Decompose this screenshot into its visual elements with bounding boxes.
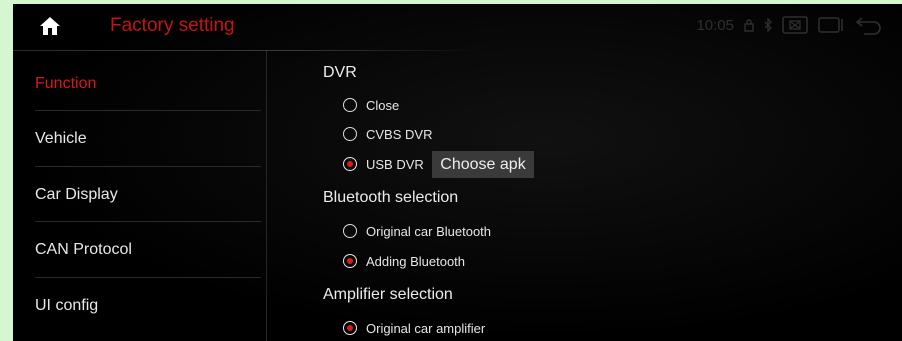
radio-original-car-amplifier[interactable]: Original car amplifier — [343, 318, 485, 338]
head-unit-screen: Factory setting 10:05 Function Vehicle C… — [13, 4, 902, 341]
page-title: Factory setting — [110, 15, 235, 36]
bluetooth-icon — [764, 18, 772, 32]
choose-apk-button[interactable]: Choose apk — [432, 151, 534, 178]
radio-dvr-close[interactable]: Close — [343, 95, 399, 115]
radio-label: USB DVR — [366, 156, 424, 172]
sidebar: Function Vehicle Car Display CAN Protoco… — [13, 51, 266, 341]
sidebar-item-label: Function — [35, 75, 97, 92]
section-title-dvr: DVR — [323, 64, 357, 81]
sidebar-item-label: CAN Protocol — [35, 241, 132, 258]
header-bar: Factory setting 10:05 — [13, 4, 902, 50]
section-title-amplifier: Amplifier selection — [323, 286, 453, 303]
sidebar-item-function[interactable]: Function — [13, 56, 266, 111]
home-icon[interactable] — [39, 16, 61, 36]
screen-mode-icon[interactable] — [782, 16, 808, 34]
status-bar: 10:05 — [696, 14, 882, 36]
radio-button[interactable] — [343, 224, 357, 238]
radio-label: Original car Bluetooth — [366, 223, 492, 239]
sidebar-item-can-protocol[interactable]: CAN Protocol — [13, 222, 266, 277]
lock-icon — [744, 18, 754, 32]
back-icon[interactable] — [854, 15, 882, 35]
sidebar-item-label: UI config — [35, 297, 99, 314]
radio-button[interactable] — [343, 321, 357, 335]
radio-button[interactable] — [343, 254, 357, 268]
radio-button[interactable] — [343, 157, 357, 171]
section-title-bluetooth: Bluetooth selection — [323, 189, 459, 206]
radio-label: Close — [366, 97, 400, 113]
radio-button[interactable] — [343, 98, 357, 112]
radio-label: Adding Bluetooth — [366, 253, 466, 269]
sidebar-item-label: Vehicle — [35, 130, 87, 147]
sidebar-item-car-display[interactable]: Car Display — [13, 167, 266, 222]
sidebar-item-vehicle[interactable]: Vehicle — [13, 111, 266, 166]
sidebar-item-ui-config[interactable]: UI config — [13, 278, 266, 333]
clock: 10:05 — [696, 16, 734, 34]
radio-dvr-cvbs[interactable]: CVBS DVR — [343, 124, 432, 144]
radio-original-car-bluetooth[interactable]: Original car Bluetooth — [343, 221, 491, 241]
radio-adding-bluetooth[interactable]: Adding Bluetooth — [343, 251, 465, 271]
window-icon[interactable] — [818, 16, 844, 34]
sidebar-separator — [266, 51, 267, 341]
radio-label: CVBS DVR — [366, 126, 433, 142]
radio-label: Original car amplifier — [366, 320, 486, 336]
radio-button[interactable] — [343, 127, 357, 141]
sidebar-item-label: Car Display — [35, 186, 118, 203]
radio-dvr-usb[interactable]: USB DVR — [343, 154, 424, 174]
